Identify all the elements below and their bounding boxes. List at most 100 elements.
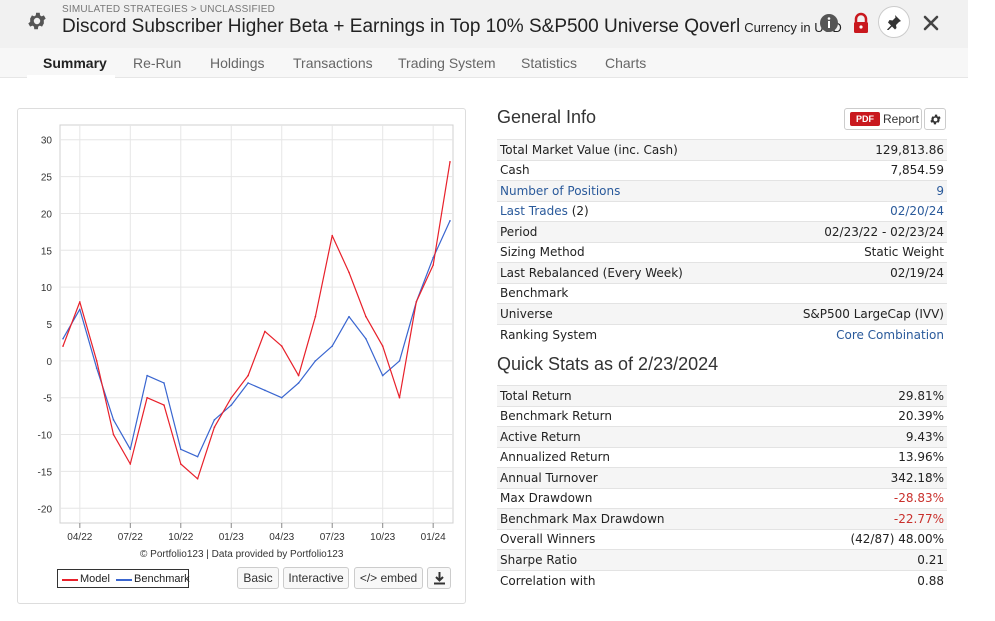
general-info-table: Total Market Value (inc. Cash) 129,813.86… xyxy=(497,139,947,345)
info-icon[interactable] xyxy=(818,12,840,34)
report-settings-button[interactable] xyxy=(924,108,946,130)
row-value: 13.96% xyxy=(781,446,947,468)
row-label: Total Market Value (inc. Cash) xyxy=(497,139,750,160)
data-point-model xyxy=(415,301,418,303)
gear-icon[interactable] xyxy=(26,10,48,32)
number-of-positions-link[interactable]: Number of Positions xyxy=(500,184,620,198)
row-label: Benchmark Return xyxy=(497,405,782,427)
last-trades-count: (2) xyxy=(567,204,589,219)
y-tick-label: 20 xyxy=(41,209,53,220)
tab-bar: Summary Re-Run Holdings Transactions Tra… xyxy=(0,48,968,78)
performance-chart[interactable]: 30 25 20 15 10 5 0 -5 -10 -15 -20 04/22 07/22 10/22 01… xyxy=(17,108,466,548)
data-point-benchmark xyxy=(230,404,233,406)
data-point-benchmark xyxy=(129,448,132,451)
y-tick-label: -15 xyxy=(38,467,53,478)
ranking-system-link[interactable]: Core Combination xyxy=(836,328,944,342)
y-tick-label: -5 xyxy=(43,394,52,405)
row-label: Sizing Method xyxy=(497,241,750,263)
y-tick-label: -20 xyxy=(38,504,53,515)
row-value: -28.83% xyxy=(781,487,947,509)
table-row: Number of Positions 9 xyxy=(497,180,947,201)
interactive-button[interactable]: Interactive xyxy=(283,567,349,589)
data-point-model xyxy=(348,271,350,274)
breadcrumb[interactable]: SIMULATED STRATEGIES > UNCLASSIFIED xyxy=(62,4,275,15)
data-point-model xyxy=(146,396,148,399)
data-point-benchmark xyxy=(449,220,451,222)
tab-charts[interactable]: Charts xyxy=(605,55,646,71)
row-label: Ranking System xyxy=(497,323,750,345)
last-trades-date-link[interactable]: 02/20/24 xyxy=(890,204,944,218)
table-row: Ranking System Core Combination xyxy=(497,323,947,345)
chart-legend[interactable]: Model Benchmark xyxy=(57,569,190,588)
data-point-model xyxy=(365,315,367,318)
data-point-model xyxy=(179,463,182,465)
last-trades-link[interactable]: Last Trades xyxy=(500,204,568,218)
x-tick-label: 07/22 xyxy=(118,532,143,543)
data-point-benchmark xyxy=(314,360,317,362)
table-row: Active Return 9.43% xyxy=(497,426,947,447)
positions-count-link[interactable]: 9 xyxy=(936,184,944,198)
data-point-model xyxy=(280,345,283,347)
row-value: 20.39% xyxy=(781,405,947,427)
row-value: 0.21 xyxy=(781,549,947,570)
strategy-name: Discord Subscriber Higher Beta + Earning… xyxy=(62,16,741,37)
x-tick-label: 10/22 xyxy=(168,532,193,543)
x-tick-label: 07/23 xyxy=(320,532,345,543)
tab-transactions[interactable]: Transactions xyxy=(293,55,373,71)
row-value: Static Weight xyxy=(749,241,947,263)
row-label: Universe xyxy=(497,303,750,324)
embed-button[interactable]: </> embed xyxy=(354,567,423,589)
row-value: 02/23/22 - 02/23/24 xyxy=(749,221,947,242)
settings-icon xyxy=(930,114,941,125)
table-row: Benchmark xyxy=(497,282,947,304)
basic-button[interactable]: Basic xyxy=(237,567,279,589)
y-tick-label: 5 xyxy=(46,320,52,331)
data-point-benchmark xyxy=(247,382,249,384)
legend-model-swatch xyxy=(62,579,78,581)
row-value: 129,813.86 xyxy=(749,139,947,160)
table-row: Annualized Return 13.96% xyxy=(497,446,947,468)
row-label: Cash xyxy=(497,159,750,181)
row-value: 342.18% xyxy=(781,467,947,488)
y-tick-label: 10 xyxy=(41,283,53,294)
tab-summary[interactable]: Summary xyxy=(43,55,107,71)
tab-re-run[interactable]: Re-Run xyxy=(133,55,181,71)
table-row: Overall Winners (42/87) 48.00% xyxy=(497,528,947,550)
pin-button[interactable] xyxy=(878,6,910,38)
data-point-benchmark xyxy=(79,308,81,311)
table-row: Sizing Method Static Weight xyxy=(497,241,947,263)
data-point-benchmark xyxy=(112,419,115,421)
row-value: -22.77% xyxy=(781,508,947,529)
row-label: Period xyxy=(497,221,750,242)
pdf-report-button[interactable]: PDF Report xyxy=(844,108,922,130)
row-value: 29.81% xyxy=(781,385,947,406)
data-point-model xyxy=(381,345,384,347)
row-value xyxy=(749,282,947,304)
data-point-benchmark xyxy=(196,455,199,458)
data-point-benchmark xyxy=(280,396,283,399)
data-point-benchmark xyxy=(264,389,266,392)
tab-holdings[interactable]: Holdings xyxy=(210,55,264,71)
close-icon[interactable] xyxy=(920,12,942,34)
y-tick-label: 30 xyxy=(41,136,53,147)
active-tab-indicator xyxy=(27,75,115,78)
row-label: Benchmark xyxy=(497,282,750,304)
data-point-model xyxy=(449,161,451,163)
data-point-model xyxy=(112,433,115,436)
data-point-benchmark xyxy=(146,374,148,377)
lock-icon[interactable] xyxy=(850,12,872,34)
download-button[interactable] xyxy=(427,567,451,589)
data-point-benchmark xyxy=(179,448,182,451)
table-row: Annual Turnover 342.18% xyxy=(497,467,947,488)
table-row: Sharpe Ratio 0.21 xyxy=(497,549,947,570)
data-point-model xyxy=(213,426,216,428)
row-label: Correlation with xyxy=(497,569,782,591)
tab-statistics[interactable]: Statistics xyxy=(521,55,577,71)
data-point-model xyxy=(95,360,98,362)
table-row: Last Rebalanced (Every Week) 02/19/24 xyxy=(497,262,947,283)
tab-trading-system[interactable]: Trading System xyxy=(398,55,496,71)
data-point-benchmark xyxy=(365,337,367,340)
data-point-benchmark xyxy=(95,367,98,370)
row-label: Active Return xyxy=(497,426,782,447)
legend-benchmark-label: Benchmark xyxy=(134,573,190,585)
